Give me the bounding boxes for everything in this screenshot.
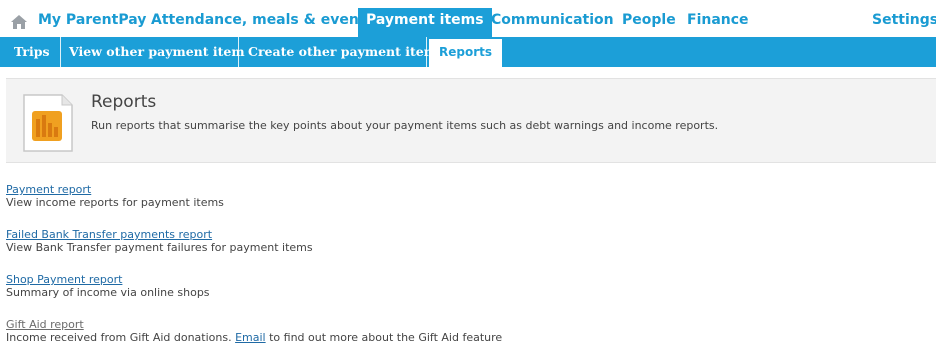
page-description: Run reports that summarise the key point… [91,119,719,132]
failed-bank-transfer-report-link[interactable]: Failed Bank Transfer payments report [6,228,906,241]
subnav-tab-trips[interactable]: Trips [14,37,50,67]
nav-tab-communication[interactable]: Communication [491,12,614,28]
nav-tab-attendance-meals-events[interactable]: Attendance, meals & events [151,12,374,28]
list-item: Failed Bank Transfer payments report Vie… [6,228,906,273]
subnav-tab-reports[interactable]: Reports [429,39,503,67]
payment-report-link[interactable]: Payment report [6,183,906,196]
nav-tab-my-parentpay[interactable]: My ParentPay [38,12,146,28]
subnav-divider [238,37,239,67]
page-header-panel: Reports Run reports that summarise the k… [6,78,936,163]
nav-tab-finance[interactable]: Finance [687,12,749,28]
gift-aid-description-text: Income received from Gift Aid donations. [6,331,236,344]
subnav-tab-create-other-payment-item[interactable]: Create other payment item [248,37,437,67]
shop-payment-report-description: Summary of income via online shops [6,286,210,299]
list-item: Payment report View income reports for p… [6,183,906,228]
email-link[interactable]: Email [235,331,266,344]
nav-tab-payment-items[interactable]: Payment items [358,8,492,37]
gift-aid-description-text-end: to find out more about the Gift Aid feat… [265,331,503,344]
nav-tab-people[interactable]: People [622,12,676,28]
page-title: Reports [91,92,157,112]
reports-list: Payment report View income reports for p… [6,183,906,347]
subnav-divider [426,37,427,67]
payment-report-description: View income reports for payment items [6,196,224,209]
subnav-divider [60,37,61,67]
bar-chart-document-icon [18,89,76,155]
top-navigation: My ParentPay Attendance, meals & events … [0,8,936,37]
subnav-tab-view-other-payment-item[interactable]: View other payment item [69,37,245,67]
sub-navigation: Trips View other payment item Create oth… [0,37,936,67]
list-item: Gift Aid report Income received from Gif… [6,318,906,347]
home-icon[interactable] [10,14,28,30]
shop-payment-report-link[interactable]: Shop Payment report [6,273,906,286]
nav-tab-settings[interactable]: Settings [872,12,936,28]
gift-aid-report-link[interactable]: Gift Aid report [6,318,906,331]
list-item: Shop Payment report Summary of income vi… [6,273,906,318]
gift-aid-report-description: Income received from Gift Aid donations.… [6,331,906,344]
failed-bank-transfer-report-description: View Bank Transfer payment failures for … [6,241,313,254]
